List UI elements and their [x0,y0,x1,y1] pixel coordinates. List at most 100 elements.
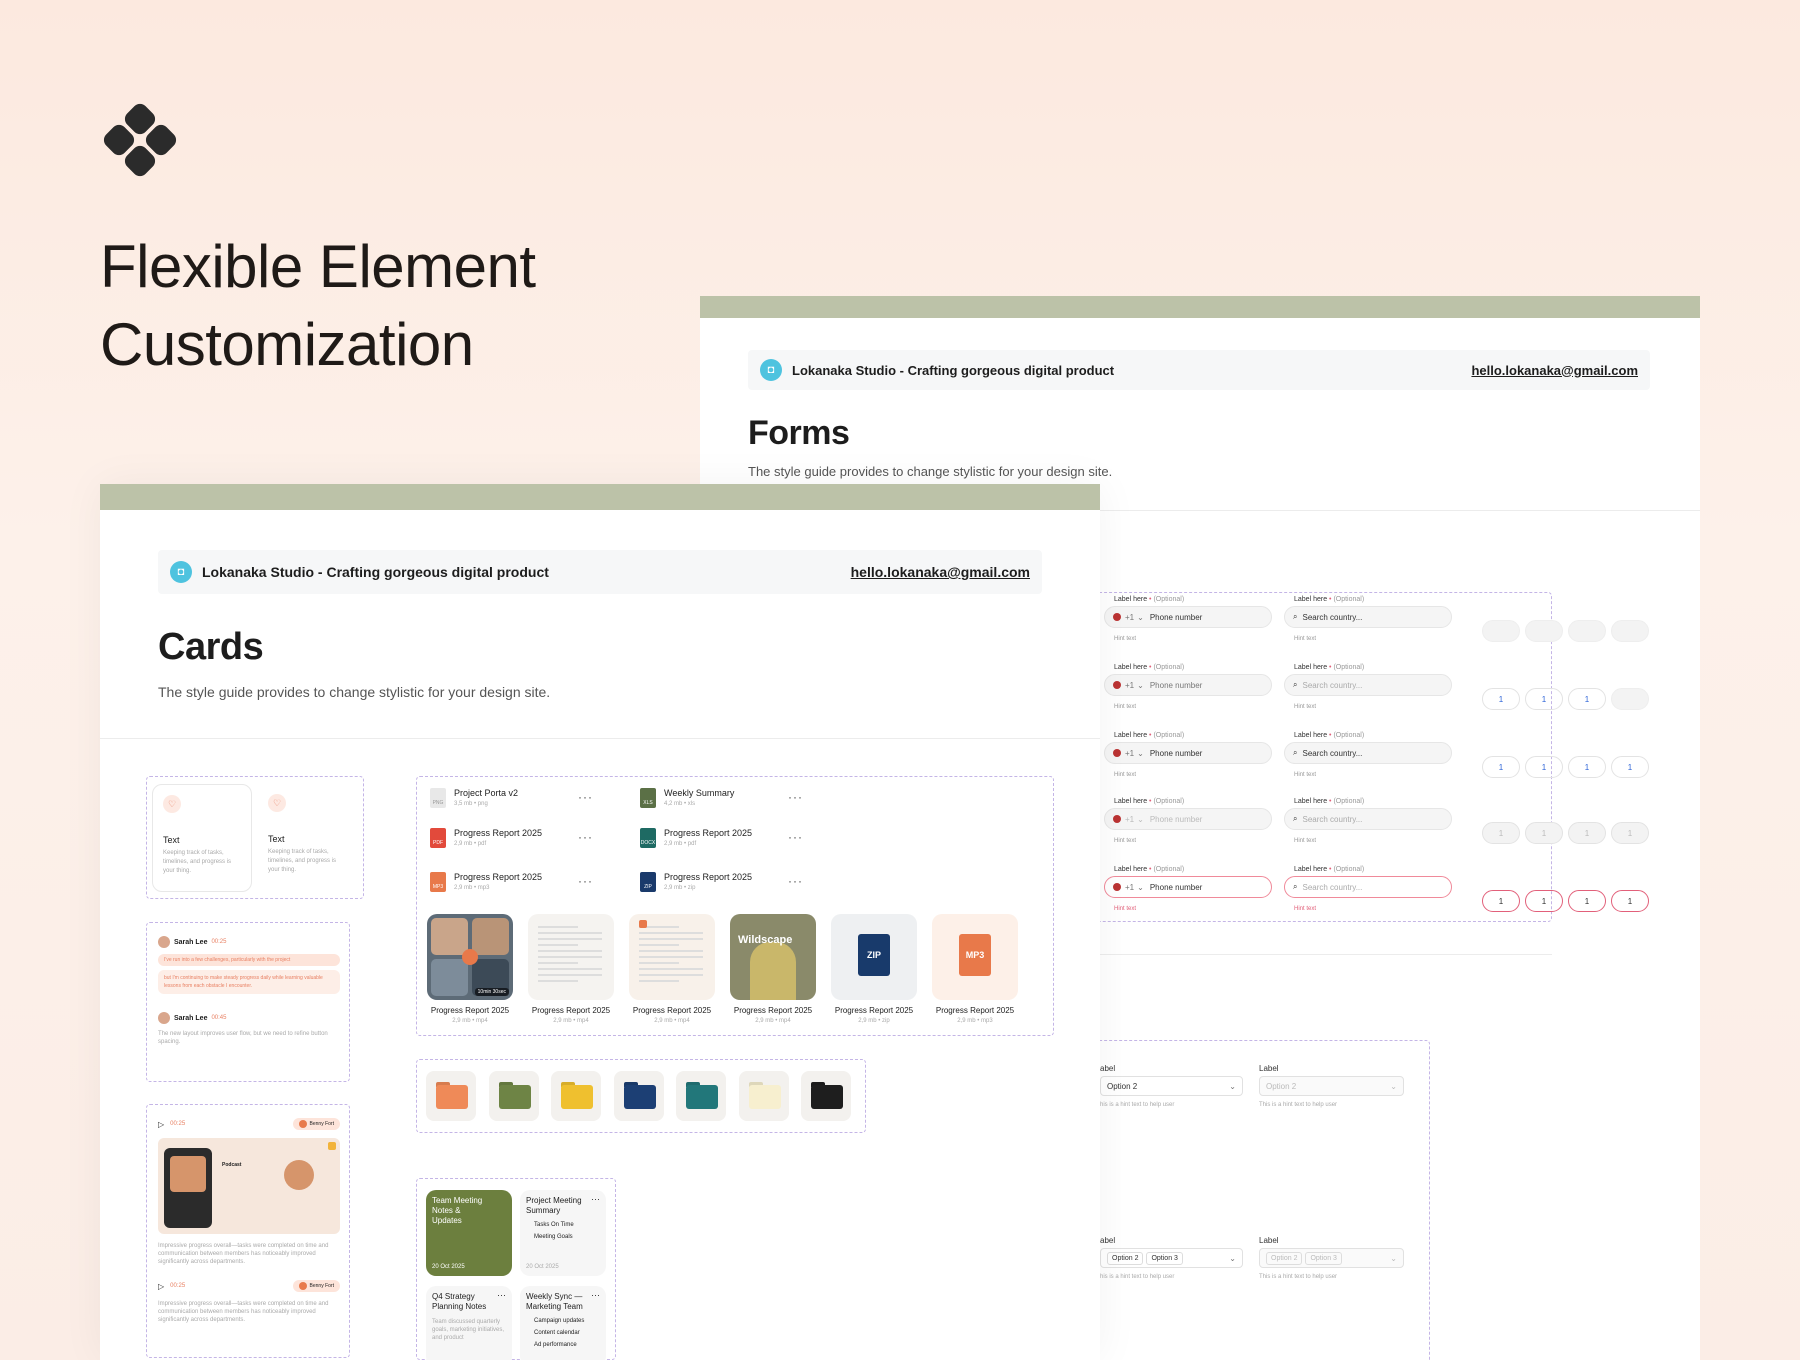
feature-card-2[interactable]: ♡ Text Keeping track of tasks, timelines… [258,784,358,892]
country-search-input[interactable]: ⌕ Search country... [1284,808,1452,830]
file-thumbnail[interactable]: ZIP [831,914,917,1000]
phone-input[interactable]: +1 ⌄ Phone number [1104,674,1272,696]
otp-digit-box[interactable]: 1 [1525,890,1563,912]
otp-digit-box[interactable]: 1 [1525,620,1563,642]
thumbnail-type: zip [882,1018,890,1024]
file-list-item[interactable]: DOCX Progress Report 2025 2,9 mb • pdf [640,828,752,848]
phone-input[interactable]: +1 ⌄ Phone number [1104,876,1272,898]
note-card-4[interactable]: Weekly Sync — Marketing Team ··· Campaig… [520,1286,606,1360]
otp-digit-box[interactable]: 1 [1568,620,1606,642]
folder-icon[interactable] [551,1071,601,1121]
file-list-item[interactable]: PNG Project Porta v2 3,5 mb • png [430,788,518,808]
document-line [538,974,602,976]
play-icon[interactable]: ▷ [158,1282,164,1291]
otp-digit-box[interactable]: 1 [1525,822,1563,844]
optional-text: (Optional) [1153,732,1185,739]
play-icon[interactable]: ▷ [158,1120,164,1129]
country-search-input[interactable]: ⌕ Search country... [1284,876,1452,898]
file-thumbnail[interactable] [629,914,715,1000]
more-icon[interactable]: ··· [497,1290,506,1300]
folder-icon[interactable] [676,1071,726,1121]
file-meta: 2,9 mb • zip [664,885,752,891]
hint-text: Hint text [1114,906,1137,912]
file-list-item[interactable]: MP3 Progress Report 2025 2,9 mb • mp3 [430,872,542,892]
heart-icon: ♡ [163,795,181,813]
otp-digit-box[interactable]: 1 [1482,890,1520,912]
otp-digit-box[interactable]: 1 [1568,890,1606,912]
select-dropdown-2-disabled[interactable]: Option 2 ⌄ [1259,1076,1404,1096]
otp-digit-box[interactable]: 1 [1611,822,1649,844]
more-options-icon[interactable]: ··· [578,874,593,888]
search-icon: ⌕ [1293,612,1298,621]
cards-subtitle: The style guide provides to change styli… [158,684,551,700]
file-name: Progress Report 2025 [664,828,753,838]
more-options-icon[interactable]: ··· [578,790,593,804]
otp-digit-box[interactable]: 1 [1568,756,1606,778]
otp-digit-box[interactable]: 1 [1611,620,1649,642]
cards-header-email-link[interactable]: hello.lokanaka@gmail.com [851,564,1030,580]
file-size: 2,9 mb [454,841,473,847]
field-label: Label here • (Optional) [1114,732,1184,739]
phone-input[interactable]: +1 ⌄ Phone number [1104,606,1272,628]
otp-digit-box[interactable]: 1 [1482,688,1520,710]
podcast-preview-image: Podcast [158,1138,340,1234]
folder-icon[interactable] [613,1071,664,1121]
otp-digit-box[interactable]: 1 [1525,688,1563,710]
folder-icon[interactable] [488,1071,539,1121]
otp-digit-box[interactable]: 1 [1482,620,1520,642]
avatar [158,1012,170,1024]
country-search-input[interactable]: ⌕ Search country... [1284,674,1452,696]
studio-logo-icon: ◘ [170,561,192,583]
otp-digit-box[interactable]: 1 [1611,756,1649,778]
note-card-3[interactable]: Q4 Strategy Planning Notes ··· Team disc… [426,1286,512,1360]
otp-digit-box[interactable]: 1 [1568,822,1606,844]
note-card-1[interactable]: Team Meeting Notes & Updates 20 Oct 2025 [426,1190,512,1276]
forms-header-email-link[interactable]: hello.lokanaka@gmail.com [1471,363,1638,378]
file-thumbnail[interactable]: MP3 [932,914,1018,1000]
document-line [639,944,679,946]
otp-digit-box[interactable]: 1 [1611,688,1649,710]
otp-digit-box[interactable]: 1 [1611,890,1649,912]
file-list-item[interactable]: XLS Weekly Summary 4,2 mb • xls [640,788,734,808]
chip-option-3: Option 3 [1146,1251,1183,1265]
select-dropdown-1[interactable]: Option 2 ⌄ [1100,1076,1243,1096]
otp-digit-box[interactable]: 1 [1525,756,1563,778]
note-card-2[interactable]: Project Meeting Summary ··· Tasks On Tim… [520,1190,606,1276]
hint-text: Hint text [1294,636,1317,642]
more-options-icon[interactable]: ··· [788,830,803,844]
phone-input[interactable]: +1 ⌄ Phone number [1104,742,1272,764]
file-thumbnail[interactable]: Wildscape [730,914,816,1000]
portrait-image-2 [284,1160,314,1190]
multi-select-2-disabled[interactable]: Option 2 Option 3 ⌄ [1259,1248,1404,1268]
feature-card-1[interactable]: ♡ Text Keeping track of tasks, timelines… [152,784,252,892]
file-list-item[interactable]: ZIP Progress Report 2025 2,9 mb • zip [640,872,752,892]
file-thumbnail[interactable] [528,914,614,1000]
phone-input[interactable]: +1 ⌄ Phone number [1104,808,1272,830]
country-search-input[interactable]: ⌕ Search country... [1284,606,1452,628]
otp-digit-box[interactable]: 1 [1568,688,1606,710]
otp-digit-box[interactable]: 1 [1482,822,1520,844]
phone-prefix: +1 [1125,680,1135,690]
folder-icon[interactable] [738,1071,789,1121]
file-thumbnail[interactable]: 10min 30sec [427,914,513,1000]
video-participant-image [431,959,468,996]
play-button-icon[interactable] [462,949,478,965]
multi-select-1[interactable]: Option 2 Option 3 ⌄ [1100,1248,1243,1268]
otp-digit-box[interactable]: 1 [1482,756,1520,778]
search-placeholder: Search country... [1302,612,1363,622]
more-options-icon[interactable]: ··· [788,874,803,888]
phone-placeholder: Phone number [1149,882,1203,892]
country-search-input[interactable]: ⌕ Search country... [1284,742,1452,764]
more-icon[interactable]: ··· [591,1194,600,1204]
folder-icon[interactable] [801,1071,851,1121]
phone-prefix: +1 [1125,748,1135,758]
more-options-icon[interactable]: ··· [788,790,803,804]
file-size: 4,2 mb [664,801,683,807]
file-type: pdf [477,841,487,847]
folder-icon[interactable] [426,1071,476,1121]
phone-placeholder: Phone number [1149,814,1203,824]
more-icon[interactable]: ··· [591,1290,600,1300]
more-options-icon[interactable]: ··· [578,830,593,844]
search-placeholder: Search country... [1302,882,1363,892]
file-list-item[interactable]: PDF Progress Report 2025 2,9 mb • pdf [430,828,542,848]
